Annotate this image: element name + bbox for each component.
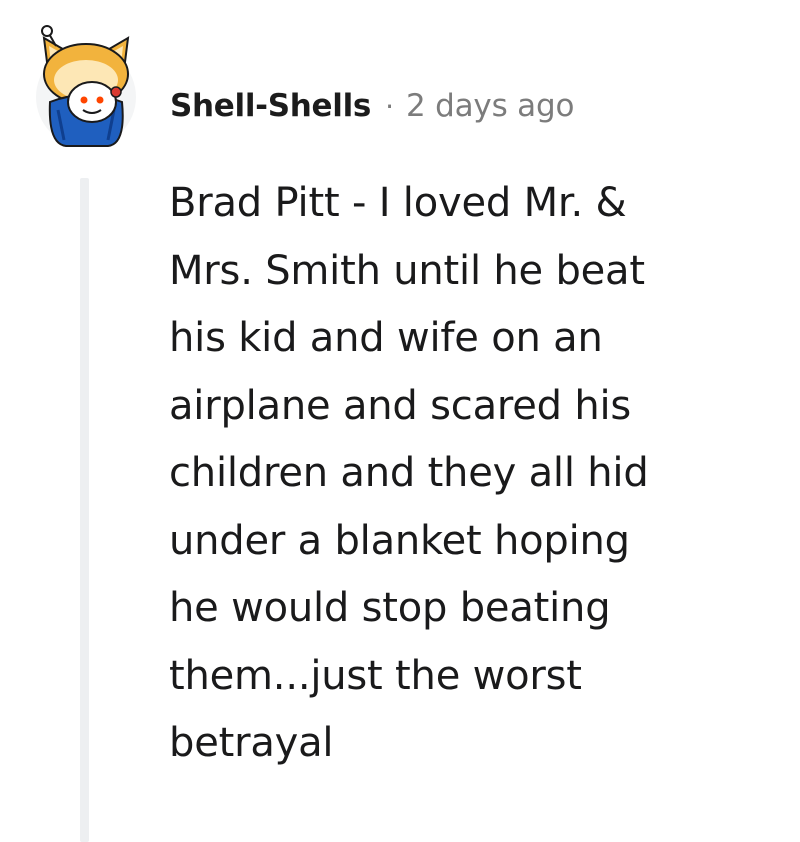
comment-body-line: betrayal — [169, 720, 334, 766]
username-link[interactable]: Shell-Shells — [170, 88, 371, 124]
meta-separator: · — [385, 89, 394, 123]
comment-body-line: he would stop beating — [169, 585, 611, 631]
user-avatar[interactable] — [36, 22, 136, 152]
comment-body-line: Mrs. Smith until he beat — [169, 247, 645, 294]
comment-body-line: them...just the worst — [169, 652, 582, 699]
comment-body-line: children and they all hid — [169, 450, 649, 496]
comment-body-line: airplane and scared his — [169, 382, 632, 429]
comment: Shell-Shells · 2 days ago Brad Pitt - I … — [0, 0, 800, 842]
comment-body-line: Brad Pitt - I loved Mr. & — [169, 180, 627, 226]
timestamp[interactable]: 2 days ago — [406, 88, 574, 124]
snoo-shiba-hoodie-avatar-icon — [36, 25, 136, 147]
comment-body: Brad Pitt - I loved Mr. & Mrs. Smith unt… — [169, 170, 759, 778]
comment-body-line: his kid and wife on an — [169, 315, 603, 361]
thread-collapse-line[interactable] — [80, 178, 89, 842]
comment-body-line: under a blanket hoping — [169, 517, 630, 564]
comment-meta: Shell-Shells · 2 days ago — [170, 84, 574, 128]
